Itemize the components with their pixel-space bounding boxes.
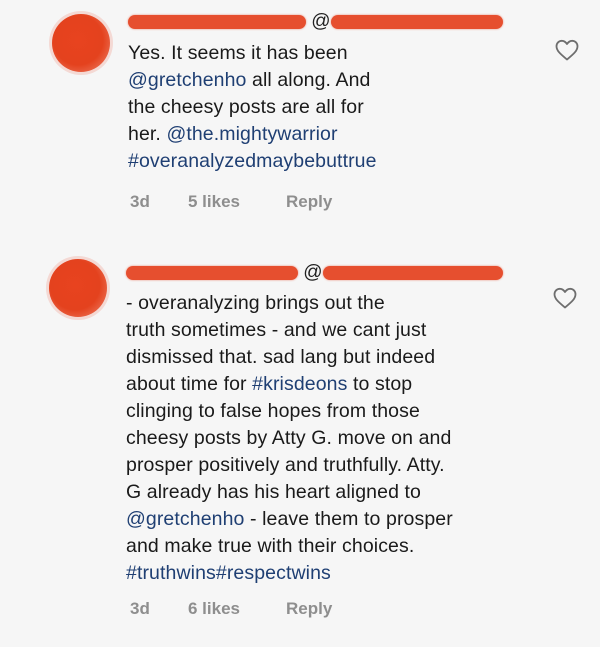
comment-text-line: - overanalyzing brings out the <box>126 290 453 317</box>
comment-text-segment: her. <box>128 123 167 145</box>
reply-button[interactable]: Reply <box>286 192 332 212</box>
comment-text-line: the cheesy posts are all for <box>128 94 377 121</box>
comment-text: Yes. It seems it has been @gretchenho all… <box>128 40 377 175</box>
comment-text-line: clinging to false hopes from those <box>126 398 453 425</box>
comment-text: - overanalyzing brings out the truth some… <box>126 290 453 587</box>
comment-text-line: G already has his heart aligned to <box>126 479 453 506</box>
comment-text-segment: cheesy posts by Atty G. move on and <box>126 427 452 449</box>
comment-text-segment: dismissed that. sad lang but indeed <box>126 346 436 368</box>
mention-link[interactable]: @gretchenho <box>126 508 244 530</box>
comment-text-line: Yes. It seems it has been <box>128 40 377 67</box>
comment-text-line: cheesy posts by Atty G. move on and <box>126 425 453 452</box>
hashtag-link[interactable]: #truthwins#respectwins <box>126 562 331 584</box>
comment-text-segment: to stop <box>347 373 413 395</box>
heart-outline-icon[interactable] <box>554 38 580 62</box>
comment-text-segment: - leave them to prosper <box>244 508 453 530</box>
comment-text-segment: - overanalyzing brings out the <box>126 292 385 314</box>
redacted-mention <box>330 14 503 29</box>
comment-header: @ <box>126 261 503 285</box>
likes-count[interactable]: 6 likes <box>188 599 240 619</box>
comment-text-segment: Yes. It seems it has been <box>128 42 348 64</box>
comment-text-segment: the cheesy posts are all for <box>128 96 364 118</box>
comment-text-line: dismissed that. sad lang but indeed <box>126 344 453 371</box>
comment-text-segment: G already has his heart aligned to <box>126 481 421 503</box>
mention-link[interactable]: @gretchenho <box>128 69 246 91</box>
comment-header: @ <box>128 10 503 34</box>
comment-text-line: and make true with their choices. <box>126 533 453 560</box>
comment-text-segment: truth sometimes - and we cant just <box>126 319 427 341</box>
hashtag-link[interactable]: #krisdeons <box>252 373 347 395</box>
comment-time[interactable]: 3d <box>130 192 150 212</box>
mention-link[interactable]: @the.mightywarrior <box>166 123 337 145</box>
comment-text-line: about time for #krisdeons to stop <box>126 371 453 398</box>
comment-text-line: #overanalyzedmaybebuttrue <box>128 148 377 175</box>
redacted-mention <box>322 265 503 280</box>
comment-text-line: #truthwins#respectwins <box>126 560 453 587</box>
mention-at-symbol: @ <box>303 262 323 283</box>
avatar[interactable] <box>52 14 110 72</box>
comment-text-segment: prosper positively and truthfully. Atty. <box>126 454 445 476</box>
mention-at-symbol: @ <box>311 11 331 32</box>
reply-button[interactable]: Reply <box>286 599 332 619</box>
comment-text-line: her. @the.mightywarrior <box>128 121 377 148</box>
hashtag-link[interactable]: #overanalyzedmaybebuttrue <box>128 150 377 172</box>
comment-text-line: prosper positively and truthfully. Atty. <box>126 452 453 479</box>
comment-text-segment: clinging to false hopes from those <box>126 400 420 422</box>
comment-text-segment: all along. And <box>246 69 371 91</box>
avatar[interactable] <box>49 259 107 317</box>
likes-count[interactable]: 5 likes <box>188 192 240 212</box>
comment-text-segment: about time for <box>126 373 253 395</box>
redacted-username <box>128 14 306 29</box>
comment-text-line: @gretchenho all along. And <box>128 67 377 94</box>
comment-text-segment: and make true with their choices. <box>126 535 415 557</box>
comment-text-line: @gretchenho - leave them to prosper <box>126 506 453 533</box>
heart-outline-icon[interactable] <box>552 286 578 310</box>
redacted-username <box>126 265 298 280</box>
comment-text-line: truth sometimes - and we cant just <box>126 317 453 344</box>
comment-time[interactable]: 3d <box>130 599 150 619</box>
